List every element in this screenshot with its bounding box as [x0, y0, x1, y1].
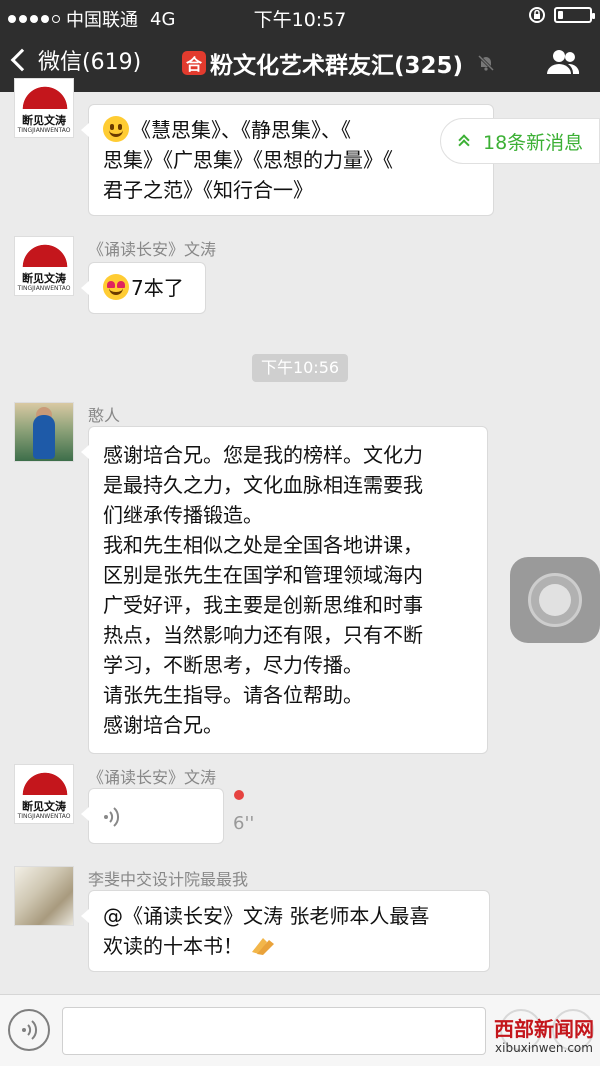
heart-eyes-emoji-icon — [103, 274, 129, 300]
message-line: 感谢培合兄。您是我的榜样。文化力 — [103, 443, 423, 467]
clap-emoji-icon — [252, 938, 275, 955]
rotation-lock-icon — [529, 7, 545, 23]
double-chevron-up-icon — [457, 133, 471, 151]
sender-name: 《诵读长安》文涛 — [88, 768, 217, 787]
avatar-brand: 断见文涛 — [22, 114, 66, 127]
message-line: 《慧思集》、《静思集》、《 — [131, 118, 351, 142]
voice-duration: 6'' — [233, 813, 255, 834]
message-line: 感谢培合兄。 — [103, 713, 223, 737]
message-line: 欢读的十本书！ — [103, 934, 243, 958]
battery-icon — [554, 7, 595, 23]
back-button[interactable]: 微信(619) — [10, 44, 142, 76]
voice-message-bubble[interactable] — [81, 788, 224, 844]
battery-level — [558, 11, 563, 19]
message-bubble[interactable]: 感谢培合兄。您是我的榜样。文化力 是最持久之力，文化血脉相连需要我 们继承传播锻… — [81, 426, 488, 754]
new-messages-label: 18条新消息 — [483, 131, 584, 154]
message-line: 区别是张先生在国学和管理领域海内 — [103, 563, 423, 587]
avatar-brand-sub: TINGJIANWENTAO — [17, 127, 71, 134]
back-label: 微信(619) — [38, 50, 142, 75]
new-messages-button[interactable]: 18条新消息 — [440, 118, 600, 164]
sender-name: 李斐中交设计院最最我 — [88, 870, 249, 889]
message-text: 7本了 — [131, 276, 184, 300]
message-bubble[interactable]: 《慧思集》、《静思集》、《 思集》《广思集》《思想的力量》《 君子之范》《知行合… — [81, 104, 494, 216]
watermark: 西部新闻网 xibuxinwen.com — [494, 1018, 594, 1056]
message-line: 们继承传播锻造。 — [103, 503, 263, 527]
chat-header: 微信(619) 合 粉文化艺术群友汇(325) — [0, 32, 600, 92]
group-name: 粉文化艺术群友汇(325) — [210, 53, 464, 79]
avatar[interactable]: 断见文涛 TINGJIANWENTAO — [14, 236, 74, 296]
assistive-touch-button[interactable] — [510, 557, 600, 643]
voice-wave-icon — [22, 1020, 38, 1040]
unread-dot — [234, 790, 244, 800]
voice-wave-icon — [104, 807, 120, 827]
avatar-brand: 断见文涛 — [22, 800, 66, 813]
mute-bell-icon — [477, 54, 495, 72]
message-line: 热点，当然影响力还有限，只有不断 — [103, 623, 423, 647]
message-input[interactable] — [62, 1007, 486, 1055]
sender-name: 憨人 — [88, 406, 121, 425]
sender-name: 《诵读长安》文涛 — [88, 240, 217, 259]
message-line: 君子之范》《知行合一》 — [103, 178, 313, 202]
message-bubble[interactable]: 7本了 — [81, 262, 206, 314]
avatar[interactable]: 断见文涛 TINGJIANWENTAO — [14, 78, 74, 138]
watermark-text: 西部新闻网 — [494, 1017, 594, 1041]
message-line: 请张先生指导。请各位帮助。 — [103, 683, 363, 707]
avatar[interactable] — [14, 402, 74, 462]
avatar[interactable] — [14, 866, 74, 926]
message-line: 是最持久之力，文化血脉相连需要我 — [103, 473, 423, 497]
message-bubble[interactable]: @《诵读长安》文涛 张老师本人最喜 欢读的十本书！ — [81, 890, 490, 972]
chat-title: 合 粉文化艺术群友汇(325) — [182, 46, 495, 80]
message-line: 学习，不断思考，尽力传播。 — [103, 653, 363, 677]
group-members-icon[interactable] — [546, 48, 580, 76]
group-badge-icon: 合 — [182, 51, 206, 75]
message-line: 思集》《广思集》《思想的力量》《 — [103, 148, 393, 172]
smile-emoji-icon — [103, 116, 129, 142]
watermark-url: xibuxinwen.com — [495, 1041, 593, 1055]
avatar-brand: 断见文涛 — [22, 272, 66, 285]
voice-input-button[interactable] — [8, 1009, 50, 1051]
avatar-brand-sub: TINGJIANWENTAO — [17, 813, 71, 820]
message-line: @《诵读长安》文涛 张老师本人最喜 — [103, 904, 430, 928]
chevron-left-icon — [10, 48, 34, 72]
status-bar: 中国联通 4G 下午10:57 — [0, 0, 600, 32]
avatar-brand-sub: TINGJIANWENTAO — [17, 285, 71, 292]
avatar[interactable]: 断见文涛 TINGJIANWENTAO — [14, 764, 74, 824]
message-line: 广受好评，我主要是创新思维和时事 — [103, 593, 423, 617]
message-line: 我和先生相似之处是全国各地讲课， — [103, 533, 423, 557]
timestamp-divider: 下午10:56 — [252, 354, 348, 382]
status-time: 下午10:57 — [253, 9, 347, 31]
